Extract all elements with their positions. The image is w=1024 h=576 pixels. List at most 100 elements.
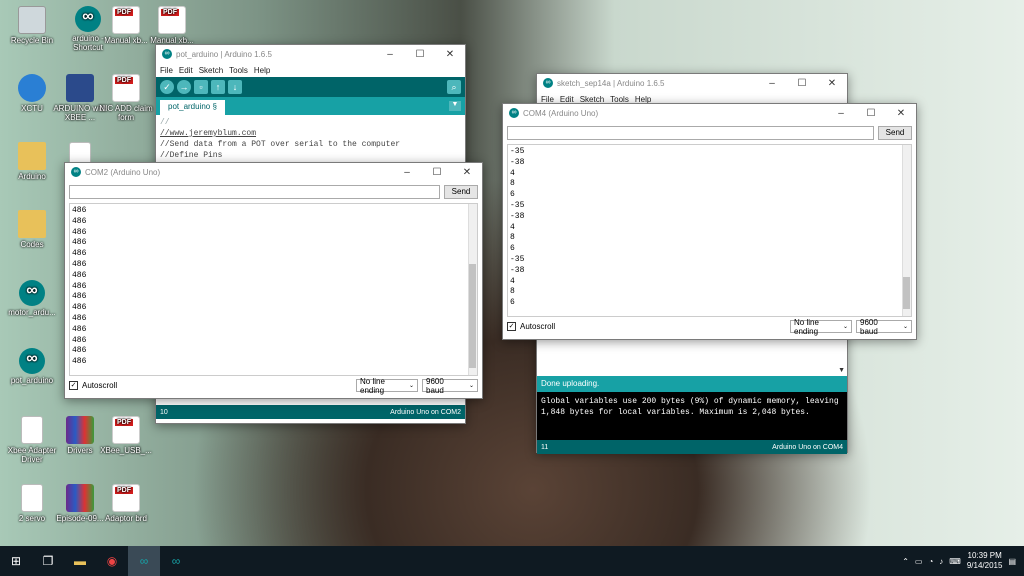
battery-icon[interactable]: ▭ [915,557,923,566]
baud-select[interactable]: 9600 baud ⌄ [422,377,478,395]
maximize-button[interactable]: ☐ [787,78,817,89]
status-bar: 10 Arduino Uno on COM2 [156,405,465,419]
serial-line: 486 [72,303,87,313]
network-icon[interactable]: ◔ [928,557,933,566]
baud-select[interactable]: 9600 baud ⌄ [856,318,912,336]
autoscroll-label: Autoscroll [520,322,556,331]
serial-monitor-com4[interactable]: ∞ COM4 (Arduino Uno) – ☐ ✕ Send -35 -38 4 8 6-… [502,103,917,340]
serial-line: 486 [72,335,87,345]
open-icon[interactable]: ↑ [211,80,225,94]
pdf-icon [112,484,140,512]
send-button[interactable]: Send [444,185,478,199]
board-port: Arduino Uno on COM2 [390,408,461,416]
serial-monitor-icon[interactable]: ⌕ [447,80,461,94]
serial-input[interactable] [507,126,874,140]
autoscroll-checkbox[interactable]: ✓ [507,322,516,331]
line-number: 11 [541,443,549,451]
desktop-icon-label: XBee_USB_... [100,446,152,455]
minimize-button[interactable]: – [826,108,856,119]
scroll-thumb[interactable] [469,264,476,368]
scroll-thumb[interactable] [903,277,910,309]
serial-line: -35 [510,254,525,264]
file-explorer-icon[interactable]: ▬ [64,546,96,576]
title-bar[interactable]: ∞ sketch_sep14a | Arduino 1.6.5 – ☐ ✕ [537,74,847,92]
clock[interactable]: 10:39 PM 9/14/2015 [967,551,1003,571]
serial-line: 486 [72,249,87,259]
menu-help[interactable]: Help [254,66,270,75]
menu-tools[interactable]: Tools [229,66,248,75]
tab-pot-arduino[interactable]: pot_arduino § [160,100,225,115]
scroll-down-icon[interactable]: ▼ [838,367,845,374]
minimize-button[interactable]: – [757,78,787,89]
arduino-taskbar-icon[interactable]: ∞ [128,546,160,576]
code-line: //Send data from a POT over serial to th… [160,140,401,149]
start-windows-icon[interactable]: ⊞ [0,546,32,576]
autoscroll-checkbox[interactable]: ✓ [69,381,78,390]
serial-line: 486 [72,292,87,302]
chevron-down-icon: ⌄ [842,324,848,330]
rar-icon [66,416,94,444]
volume-icon[interactable]: ♪ [939,557,943,566]
line-ending-select[interactable]: No line ending ⌄ [356,377,418,395]
menu-file[interactable]: File [160,66,173,75]
send-button[interactable]: Send [878,126,912,140]
title-bar[interactable]: ∞ COM4 (Arduino Uno) – ☐ ✕ [503,104,916,122]
serial-line: 6 [510,298,515,308]
serial-monitor-com2[interactable]: ∞ COM2 (Arduino Uno) – ☐ ✕ Send 486 486 486 4… [64,162,483,399]
serial-line: -35 [510,147,525,156]
chevron-down-icon: ⌄ [408,383,414,389]
upload-icon[interactable]: → [177,80,191,94]
task-view-icon[interactable]: ❐ [32,546,64,576]
console-line: Global variables use 200 bytes (9%) of d… [541,397,839,406]
desktop-icon[interactable]: Recycle Bin [4,6,60,45]
serial-input[interactable] [69,185,440,199]
serial-output[interactable]: -35 -38 4 8 6 -35 -38 4 8 6 -35 -38 4 8 6 [507,144,912,317]
notifications-icon[interactable]: ▤ [1008,557,1016,566]
minimize-button[interactable]: – [375,49,405,60]
minimize-button[interactable]: – [392,167,422,178]
desktop-icon[interactable]: XBee_USB_... [98,416,154,455]
pdf-icon [158,6,186,34]
code-line: // [160,118,170,127]
serial-line: 486 [72,357,87,367]
desktop-icon[interactable]: Manual xb... [144,6,200,45]
save-icon[interactable]: ↓ [228,80,242,94]
pdf-icon [112,6,140,34]
maximize-button[interactable]: ☐ [422,167,452,178]
serial-line: 6 [510,190,515,200]
serial-line: 8 [510,233,515,243]
serial-output[interactable]: 486 486 486 486 486 486 486 486 486 486 486 486 486 4… [69,203,478,376]
line-ending-select[interactable]: No line ending ⌄ [790,318,852,336]
new-icon[interactable]: ▫ [194,80,208,94]
title-bar[interactable]: ∞ pot_arduino | Arduino 1.6.5 – ☐ ✕ [156,45,465,63]
serial-line: 486 [72,346,87,356]
desktop-icon[interactable]: Adaptor brd [98,484,154,523]
chevron-up-icon[interactable]: ⌃ [902,557,909,566]
arduino-taskbar-icon-2[interactable]: ∞ [160,546,192,576]
system-tray: ⌃ ▭ ◔ ♪ ⌨ 10:39 PM 9/14/2015 ▤ [902,551,1024,571]
board-port: Arduino Uno on COM4 [772,443,843,451]
tab-menu-icon[interactable]: ▼ [449,101,461,111]
menu-edit[interactable]: Edit [179,66,193,75]
title-bar[interactable]: ∞ COM2 (Arduino Uno) – ☐ ✕ [65,163,482,181]
close-button[interactable]: ✕ [817,78,847,89]
close-button[interactable]: ✕ [452,167,482,178]
arduino-logo-icon: ∞ [71,167,81,177]
maximize-button[interactable]: ☐ [856,108,886,119]
chrome-icon[interactable]: ◉ [96,546,128,576]
scrollbar[interactable] [902,145,911,316]
maximize-button[interactable]: ☐ [405,49,435,60]
serial-line: 8 [510,179,515,189]
desktop-icon[interactable]: NIC ADD claim form [98,74,154,122]
verify-icon[interactable]: ✓ [160,80,174,94]
code-line: //Define Pins [160,151,223,160]
menu-sketch[interactable]: Sketch [199,66,223,75]
scrollbar[interactable] [468,204,477,375]
close-button[interactable]: ✕ [886,108,916,119]
window-title: COM4 (Arduino Uno) [523,108,599,118]
toolbar: ✓ → ▫ ↑ ↓ ⌕ [156,77,465,97]
close-button[interactable]: ✕ [435,49,465,60]
doc-icon [21,484,43,512]
serial-line: 486 [72,259,87,269]
keyboard-icon[interactable]: ⌨ [949,557,961,566]
